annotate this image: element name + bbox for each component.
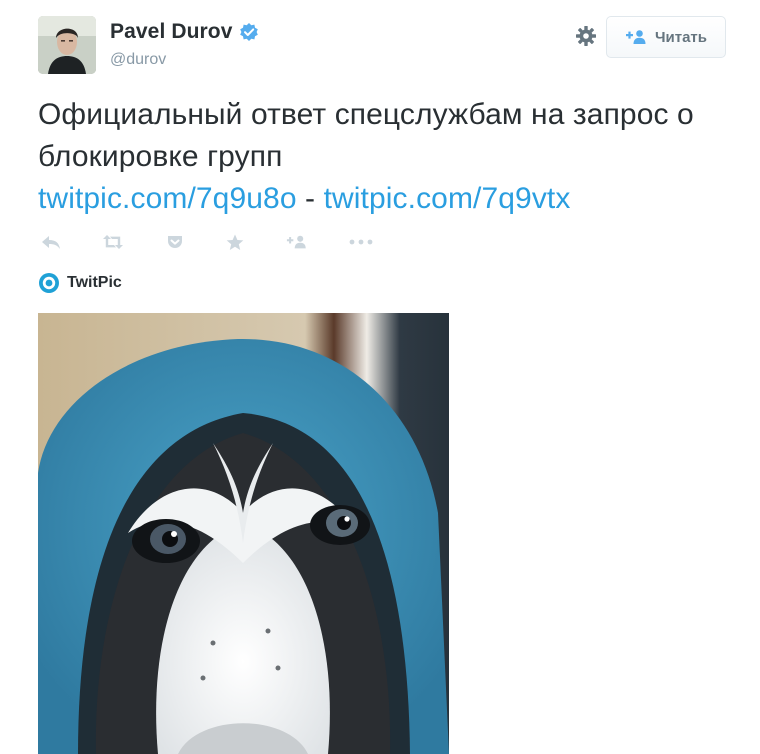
retweet-icon[interactable]: [102, 232, 124, 252]
name-row: Pavel Durov: [110, 20, 259, 44]
tweet-body: Официальный ответ спецслужбам на запрос …: [38, 98, 694, 173]
tweet-link-2[interactable]: twitpic.com/7q9vtx: [324, 182, 571, 215]
follow-button[interactable]: Читать: [606, 16, 726, 58]
tweet-header: Pavel Durov @durov Читать: [38, 14, 726, 78]
avatar[interactable]: [38, 16, 96, 74]
twitpic-logo-icon: [39, 273, 59, 293]
display-name[interactable]: Pavel Durov: [110, 20, 233, 44]
tweet-link-1[interactable]: twitpic.com/7q9u8o: [38, 182, 297, 215]
follow-icon[interactable]: [286, 232, 308, 252]
link-separator: -: [305, 182, 316, 215]
card-source[interactable]: TwitPic: [38, 272, 122, 294]
follow-person-icon: [625, 30, 646, 44]
pocket-icon[interactable]: [164, 232, 186, 252]
gear-icon[interactable]: [575, 25, 597, 47]
reply-icon[interactable]: [40, 232, 62, 252]
more-icon[interactable]: [348, 232, 374, 252]
follow-button-label: Читать: [654, 28, 708, 46]
tweet-text: Официальный ответ спецслужбам на запрос …: [38, 94, 728, 220]
verified-badge-icon: [239, 22, 259, 42]
user-handle[interactable]: @durov: [110, 51, 166, 69]
favorite-icon[interactable]: [224, 232, 246, 252]
husky-in-hoodie-photo[interactable]: [38, 313, 449, 754]
card-source-label: TwitPic: [67, 274, 122, 291]
tweet-actions: [40, 230, 374, 254]
